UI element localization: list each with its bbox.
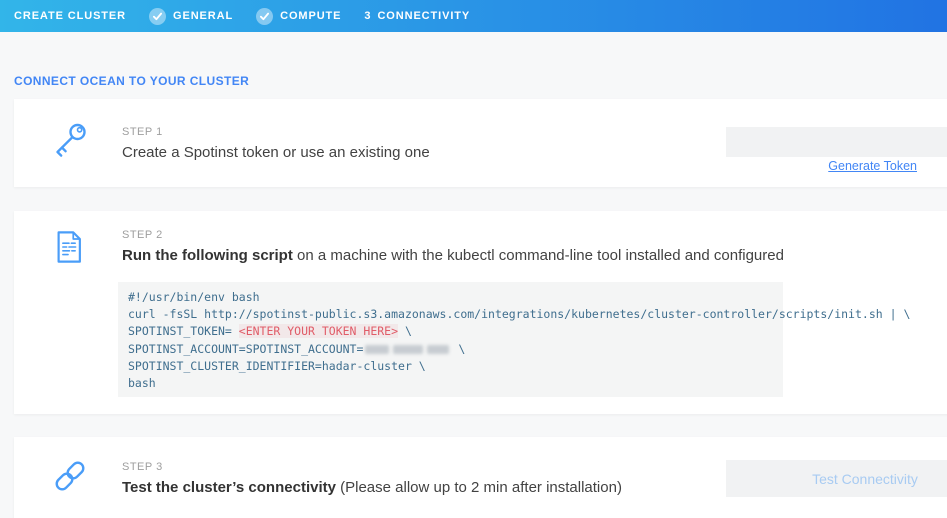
wizard-title: CREATE CLUSTER xyxy=(14,10,126,22)
step1-label: STEP 1 xyxy=(122,126,163,138)
step3-text: Test the cluster’s connectivity (Please … xyxy=(122,479,622,496)
step3-label: STEP 3 xyxy=(122,461,163,473)
step3-text-rest: (Please allow up to 2 min after installa… xyxy=(336,479,622,496)
key-icon xyxy=(52,121,88,164)
code-line-identifier: SPOTINST_CLUSTER_IDENTIFIER=hadar-cluste… xyxy=(128,358,773,375)
install-script-code-block[interactable]: #!/usr/bin/env bash curl -fsSL http://sp… xyxy=(118,282,783,397)
chain-link-icon xyxy=(52,457,88,500)
check-icon xyxy=(256,8,273,25)
step2-text: Run the following script on a machine wi… xyxy=(122,247,784,264)
step2-label: STEP 2 xyxy=(122,229,163,241)
wizard-step-compute[interactable]: COMPUTE xyxy=(256,8,341,25)
redacted-account-value xyxy=(365,345,389,354)
test-connectivity-button[interactable]: Test Connectivity xyxy=(726,460,947,497)
code-line-curl: curl -fsSL http://spotinst-public.s3.ama… xyxy=(128,306,773,323)
wizard-step-connectivity[interactable]: 3 CONNECTIVITY xyxy=(364,10,470,22)
check-icon xyxy=(149,8,166,25)
wizard-step-number: 3 xyxy=(364,10,371,22)
redacted-account-value xyxy=(393,345,423,354)
code-line-account: SPOTINST_ACCOUNT=SPOTINST_ACCOUNT= \ xyxy=(128,341,773,358)
wizard-step-label: CONNECTIVITY xyxy=(377,10,470,22)
code-line-token: SPOTINST_TOKEN= <ENTER YOUR TOKEN HERE> … xyxy=(128,323,773,340)
wizard-step-label: GENERAL xyxy=(173,10,233,22)
script-document-icon xyxy=(52,228,86,271)
wizard-topbar: CREATE CLUSTER GENERAL COMPUTE 3 CONNECT… xyxy=(0,0,947,32)
step2-text-rest: on a machine with the kubectl command-li… xyxy=(293,247,784,264)
page-title: CONNECT OCEAN TO YOUR CLUSTER xyxy=(14,74,249,88)
step2-text-bold: Run the following script xyxy=(122,247,293,264)
generate-token-link[interactable]: Generate Token xyxy=(828,159,917,173)
wizard-step-general[interactable]: GENERAL xyxy=(149,8,233,25)
step1-card: STEP 1 Create a Spotinst token or use an… xyxy=(14,99,947,187)
step3-card: STEP 3 Test the cluster’s connectivity (… xyxy=(14,437,947,518)
code-line-bash: bash xyxy=(128,375,773,392)
code-line-shebang: #!/usr/bin/env bash xyxy=(128,289,773,306)
redacted-account-value xyxy=(427,345,449,354)
spotinst-token-input[interactable] xyxy=(726,127,947,157)
wizard-step-label: COMPUTE xyxy=(280,10,341,22)
step2-card: STEP 2 Run the following script on a mac… xyxy=(14,211,947,414)
token-placeholder: <ENTER YOUR TOKEN HERE> xyxy=(239,324,398,338)
step3-text-bold: Test the cluster’s connectivity xyxy=(122,479,336,496)
step1-text: Create a Spotinst token or use an existi… xyxy=(122,144,430,161)
